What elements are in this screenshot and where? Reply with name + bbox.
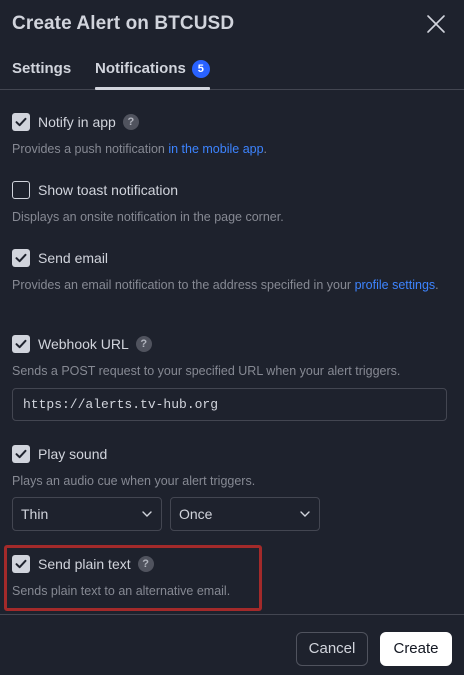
tab-notifications[interactable]: Notifications 5 bbox=[95, 60, 210, 90]
send-email-label[interactable]: Send email bbox=[38, 248, 108, 268]
create-button[interactable]: Create bbox=[380, 632, 452, 666]
notify-in-app-checkbox[interactable] bbox=[12, 113, 30, 131]
checkmark-icon bbox=[15, 559, 27, 569]
play-sound-label[interactable]: Play sound bbox=[38, 444, 107, 464]
close-button[interactable] bbox=[424, 12, 448, 36]
webhook-label[interactable]: Webhook URL bbox=[38, 334, 129, 354]
option-notify-in-app: Notify in app ? Provides a push notifica… bbox=[12, 112, 452, 158]
tab-notifications-label: Notifications bbox=[95, 60, 186, 77]
help-icon[interactable]: ? bbox=[122, 114, 139, 130]
profile-settings-link[interactable]: profile settings bbox=[355, 278, 436, 292]
tab-settings-label: Settings bbox=[12, 60, 72, 77]
show-toast-label[interactable]: Show toast notification bbox=[38, 180, 178, 200]
sound-select[interactable]: Thin bbox=[12, 497, 162, 531]
checkmark-icon bbox=[15, 117, 27, 127]
webhook-checkbox[interactable] bbox=[12, 335, 30, 353]
send-plain-text-checkbox[interactable] bbox=[12, 555, 30, 573]
send-email-description: Provides an email notification to the ad… bbox=[12, 278, 439, 292]
checkmark-icon bbox=[15, 253, 27, 263]
send-email-checkbox[interactable] bbox=[12, 249, 30, 267]
option-send-email: Send email Provides an email notificatio… bbox=[12, 248, 452, 294]
checkmark-icon bbox=[15, 449, 27, 459]
dialog-title: Create Alert on BTCUSD bbox=[12, 13, 235, 34]
repeat-select-value: Once bbox=[179, 506, 213, 522]
show-toast-checkbox[interactable] bbox=[12, 181, 30, 199]
checkmark-icon bbox=[15, 339, 27, 349]
play-sound-description: Plays an audio cue when your alert trigg… bbox=[12, 474, 256, 488]
dialog-header: Create Alert on BTCUSD bbox=[12, 12, 452, 38]
create-alert-dialog: Create Alert on BTCUSD Settings Notifica… bbox=[0, 0, 464, 675]
dialog-footer: Cancel Create bbox=[0, 614, 464, 675]
repeat-select[interactable]: Once bbox=[170, 497, 320, 531]
notify-in-app-label[interactable]: Notify in app bbox=[38, 112, 116, 132]
chevron-down-icon bbox=[300, 511, 310, 517]
show-toast-description: Displays an onsite notification in the p… bbox=[12, 210, 284, 224]
cancel-button[interactable]: Cancel bbox=[296, 632, 368, 666]
option-webhook: Webhook URL ? Sends a POST request to yo… bbox=[12, 334, 452, 380]
notify-in-app-description: Provides a push notification in the mobi… bbox=[12, 142, 268, 156]
option-send-plain-text: Send plain text ? Sends plain text to an… bbox=[12, 554, 452, 600]
webhook-url-input[interactable] bbox=[12, 388, 447, 421]
send-plain-text-description: Sends plain text to an alternative email… bbox=[12, 584, 231, 598]
mobile-app-link[interactable]: in the mobile app bbox=[168, 142, 263, 156]
tab-bar: Settings Notifications 5 bbox=[0, 56, 464, 90]
notifications-count-badge: 5 bbox=[191, 60, 210, 78]
send-plain-text-label[interactable]: Send plain text bbox=[38, 554, 131, 574]
chevron-down-icon bbox=[142, 511, 152, 517]
help-icon[interactable]: ? bbox=[135, 336, 152, 352]
help-icon[interactable]: ? bbox=[137, 556, 154, 572]
option-show-toast: Show toast notification Displays an onsi… bbox=[12, 180, 452, 226]
webhook-description: Sends a POST request to your specified U… bbox=[12, 364, 401, 378]
play-sound-checkbox[interactable] bbox=[12, 445, 30, 463]
option-play-sound: Play sound Plays an audio cue when your … bbox=[12, 444, 452, 490]
sound-select-value: Thin bbox=[21, 506, 49, 522]
close-icon bbox=[427, 15, 445, 33]
tab-settings[interactable]: Settings bbox=[12, 60, 71, 89]
